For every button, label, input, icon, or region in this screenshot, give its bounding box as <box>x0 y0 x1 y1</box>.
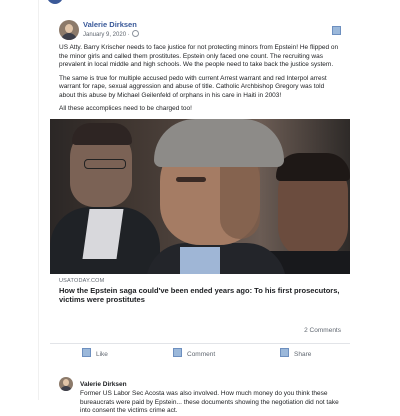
post-header: Valerie Dirksen January 9, 2020 · <box>50 16 350 42</box>
globe-icon <box>132 30 140 37</box>
photo-figure-center-eyes <box>176 176 206 182</box>
comment-author-link[interactable]: Valerie Dirksen <box>80 381 127 388</box>
photo-figure-center-hair <box>154 118 284 167</box>
comment-button[interactable]: Comment <box>173 348 215 358</box>
comment-avatar[interactable] <box>59 377 73 391</box>
brand-logo-icon <box>47 0 63 4</box>
share-icon <box>280 348 289 357</box>
comment-avatar-face <box>63 379 69 386</box>
post-date-text: January 9, 2020 <box>83 32 127 38</box>
link-preview-image[interactable] <box>50 118 350 274</box>
avatar-shoulders <box>61 33 77 40</box>
link-title[interactable]: How the Epstein saga could've been ended… <box>59 286 341 305</box>
post-timestamp[interactable]: January 9, 2020 · <box>83 30 140 38</box>
post-card: Valerie Dirksen January 9, 2020 · US Att… <box>50 16 350 414</box>
share-button[interactable]: Share <box>280 348 311 358</box>
date-separator: · <box>127 32 130 38</box>
photo-figure-right-hair <box>276 152 350 181</box>
scan-edge-line <box>38 0 39 400</box>
link-source-domain: USATODAY.COM <box>59 277 105 284</box>
photo-figure-left-hair <box>72 122 132 145</box>
avatar-face <box>65 24 73 33</box>
post-paragraph: US Atty. Barry Krischer needs to face ju… <box>59 44 339 68</box>
like-label: Like <box>96 351 108 358</box>
post-paragraph: The same is true for multiple accused pe… <box>59 74 327 99</box>
comment-label: Comment <box>187 351 216 358</box>
photo-figure-center-shirt <box>180 246 220 274</box>
action-bar: Like Comment Share <box>50 343 350 362</box>
author-avatar[interactable] <box>59 20 79 40</box>
author-name-link[interactable]: Valerie Dirksen <box>83 20 137 29</box>
like-button[interactable]: Like <box>82 348 108 358</box>
comment-icon <box>173 348 182 357</box>
post-text: US Atty. Barry Krischer needs to face ju… <box>50 44 350 114</box>
comment-text: Former US Labor Sec Acosta was also invo… <box>80 390 339 414</box>
link-preview-caption[interactable]: USATODAY.COM How the Epstein saga could'… <box>50 274 350 305</box>
like-icon <box>82 348 91 357</box>
more-options-icon[interactable] <box>332 26 341 35</box>
photo-figure-left-collar <box>82 208 124 259</box>
comments-count-link[interactable]: 2 Comments <box>304 327 341 334</box>
share-label: Share <box>294 351 312 358</box>
comment-avatar-shoulders <box>60 386 72 391</box>
photo-glasses <box>84 158 126 169</box>
post-paragraph: All these accomplices need to be charged… <box>59 105 192 112</box>
